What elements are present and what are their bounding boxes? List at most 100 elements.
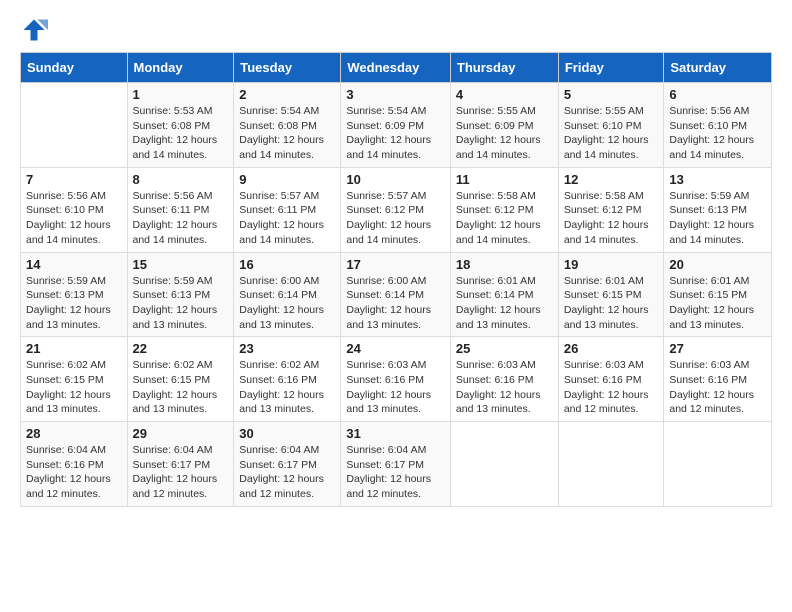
header-row: SundayMondayTuesdayWednesdayThursdayFrid…: [21, 53, 772, 83]
header-day: Monday: [127, 53, 234, 83]
day-number: 5: [564, 87, 659, 102]
day-number: 20: [669, 257, 766, 272]
day-info: Sunrise: 6:02 AMSunset: 6:16 PMDaylight:…: [239, 358, 335, 417]
day-info: Sunrise: 5:55 AMSunset: 6:10 PMDaylight:…: [564, 104, 659, 163]
day-info: Sunrise: 5:59 AMSunset: 6:13 PMDaylight:…: [26, 274, 122, 333]
day-cell: [558, 422, 664, 507]
day-cell: 2 Sunrise: 5:54 AMSunset: 6:08 PMDaylight…: [234, 83, 341, 168]
day-cell: 4 Sunrise: 5:55 AMSunset: 6:09 PMDaylight…: [450, 83, 558, 168]
day-info: Sunrise: 5:58 AMSunset: 6:12 PMDaylight:…: [564, 189, 659, 248]
day-cell: [450, 422, 558, 507]
day-info: Sunrise: 6:00 AMSunset: 6:14 PMDaylight:…: [346, 274, 445, 333]
day-info: Sunrise: 5:59 AMSunset: 6:13 PMDaylight:…: [669, 189, 766, 248]
day-info: Sunrise: 6:01 AMSunset: 6:15 PMDaylight:…: [669, 274, 766, 333]
day-number: 14: [26, 257, 122, 272]
day-cell: 23 Sunrise: 6:02 AMSunset: 6:16 PMDayligh…: [234, 337, 341, 422]
logo-icon: [20, 16, 48, 44]
day-cell: 27 Sunrise: 6:03 AMSunset: 6:16 PMDayligh…: [664, 337, 772, 422]
day-cell: 28 Sunrise: 6:04 AMSunset: 6:16 PMDayligh…: [21, 422, 128, 507]
day-info: Sunrise: 5:57 AMSunset: 6:12 PMDaylight:…: [346, 189, 445, 248]
day-cell: 7 Sunrise: 5:56 AMSunset: 6:10 PMDaylight…: [21, 167, 128, 252]
calendar-table: SundayMondayTuesdayWednesdayThursdayFrid…: [20, 52, 772, 507]
day-info: Sunrise: 5:54 AMSunset: 6:09 PMDaylight:…: [346, 104, 445, 163]
week-row: 1 Sunrise: 5:53 AMSunset: 6:08 PMDaylight…: [21, 83, 772, 168]
day-number: 28: [26, 426, 122, 441]
day-number: 22: [133, 341, 229, 356]
day-info: Sunrise: 6:04 AMSunset: 6:16 PMDaylight:…: [26, 443, 122, 502]
header-day: Saturday: [664, 53, 772, 83]
day-info: Sunrise: 6:03 AMSunset: 6:16 PMDaylight:…: [669, 358, 766, 417]
header-day: Wednesday: [341, 53, 451, 83]
day-number: 23: [239, 341, 335, 356]
day-number: 31: [346, 426, 445, 441]
day-number: 8: [133, 172, 229, 187]
week-row: 28 Sunrise: 6:04 AMSunset: 6:16 PMDayligh…: [21, 422, 772, 507]
day-cell: 31 Sunrise: 6:04 AMSunset: 6:17 PMDayligh…: [341, 422, 451, 507]
day-cell: 30Sunrise: 6:04 AMSunset: 6:17 PMDayligh…: [234, 422, 341, 507]
day-info: Sunrise: 6:03 AMSunset: 6:16 PMDaylight:…: [456, 358, 553, 417]
day-info: Sunrise: 5:57 AMSunset: 6:11 PMDaylight:…: [239, 189, 335, 248]
day-cell: 26 Sunrise: 6:03 AMSunset: 6:16 PMDayligh…: [558, 337, 664, 422]
day-info: Sunrise: 6:03 AMSunset: 6:16 PMDaylight:…: [564, 358, 659, 417]
week-row: 14 Sunrise: 5:59 AMSunset: 6:13 PMDayligh…: [21, 252, 772, 337]
day-number: 21: [26, 341, 122, 356]
day-info: Sunrise: 6:03 AMSunset: 6:16 PMDaylight:…: [346, 358, 445, 417]
day-number: 4: [456, 87, 553, 102]
day-info: Sunrise: 5:55 AMSunset: 6:09 PMDaylight:…: [456, 104, 553, 163]
day-cell: 11 Sunrise: 5:58 AMSunset: 6:12 PMDayligh…: [450, 167, 558, 252]
day-number: 7: [26, 172, 122, 187]
header-day: Friday: [558, 53, 664, 83]
header-day: Thursday: [450, 53, 558, 83]
day-cell: 13Sunrise: 5:59 AMSunset: 6:13 PMDayligh…: [664, 167, 772, 252]
day-info: Sunrise: 5:53 AMSunset: 6:08 PMDaylight:…: [133, 104, 229, 163]
day-cell: 3Sunrise: 5:54 AMSunset: 6:09 PMDaylight…: [341, 83, 451, 168]
day-info: Sunrise: 6:01 AMSunset: 6:15 PMDaylight:…: [564, 274, 659, 333]
day-cell: 10Sunrise: 5:57 AMSunset: 6:12 PMDayligh…: [341, 167, 451, 252]
day-number: 26: [564, 341, 659, 356]
day-number: 1: [133, 87, 229, 102]
day-number: 11: [456, 172, 553, 187]
day-cell: 18 Sunrise: 6:01 AMSunset: 6:14 PMDayligh…: [450, 252, 558, 337]
day-cell: 8Sunrise: 5:56 AMSunset: 6:11 PMDaylight…: [127, 167, 234, 252]
header-day: Sunday: [21, 53, 128, 83]
day-number: 16: [239, 257, 335, 272]
week-row: 21 Sunrise: 6:02 AMSunset: 6:15 PMDayligh…: [21, 337, 772, 422]
day-cell: [664, 422, 772, 507]
day-cell: 19 Sunrise: 6:01 AMSunset: 6:15 PMDayligh…: [558, 252, 664, 337]
day-info: Sunrise: 6:01 AMSunset: 6:14 PMDaylight:…: [456, 274, 553, 333]
day-number: 17: [346, 257, 445, 272]
day-number: 27: [669, 341, 766, 356]
day-cell: 14 Sunrise: 5:59 AMSunset: 6:13 PMDayligh…: [21, 252, 128, 337]
day-info: Sunrise: 5:56 AMSunset: 6:10 PMDaylight:…: [26, 189, 122, 248]
day-cell: 25Sunrise: 6:03 AMSunset: 6:16 PMDayligh…: [450, 337, 558, 422]
day-cell: 1 Sunrise: 5:53 AMSunset: 6:08 PMDaylight…: [127, 83, 234, 168]
page: SundayMondayTuesdayWednesdayThursdayFrid…: [0, 0, 792, 612]
week-row: 7 Sunrise: 5:56 AMSunset: 6:10 PMDaylight…: [21, 167, 772, 252]
day-info: Sunrise: 5:59 AMSunset: 6:13 PMDaylight:…: [133, 274, 229, 333]
day-cell: 20 Sunrise: 6:01 AMSunset: 6:15 PMDayligh…: [664, 252, 772, 337]
day-number: 29: [133, 426, 229, 441]
day-info: Sunrise: 6:00 AMSunset: 6:14 PMDaylight:…: [239, 274, 335, 333]
day-cell: 15 Sunrise: 5:59 AMSunset: 6:13 PMDayligh…: [127, 252, 234, 337]
day-cell: 16 Sunrise: 6:00 AMSunset: 6:14 PMDayligh…: [234, 252, 341, 337]
day-info: Sunrise: 5:58 AMSunset: 6:12 PMDaylight:…: [456, 189, 553, 248]
day-cell: 5 Sunrise: 5:55 AMSunset: 6:10 PMDaylight…: [558, 83, 664, 168]
day-cell: 9 Sunrise: 5:57 AMSunset: 6:11 PMDaylight…: [234, 167, 341, 252]
day-info: Sunrise: 5:54 AMSunset: 6:08 PMDaylight:…: [239, 104, 335, 163]
day-number: 19: [564, 257, 659, 272]
day-info: Sunrise: 5:56 AMSunset: 6:10 PMDaylight:…: [669, 104, 766, 163]
day-cell: 29 Sunrise: 6:04 AMSunset: 6:17 PMDayligh…: [127, 422, 234, 507]
day-number: 24: [346, 341, 445, 356]
day-info: Sunrise: 6:04 AMSunset: 6:17 PMDaylight:…: [239, 443, 335, 502]
day-number: 9: [239, 172, 335, 187]
day-cell: 6 Sunrise: 5:56 AMSunset: 6:10 PMDaylight…: [664, 83, 772, 168]
day-number: 15: [133, 257, 229, 272]
day-info: Sunrise: 6:04 AMSunset: 6:17 PMDaylight:…: [133, 443, 229, 502]
logo: [20, 16, 52, 44]
day-number: 18: [456, 257, 553, 272]
day-number: 2: [239, 87, 335, 102]
day-number: 6: [669, 87, 766, 102]
day-info: Sunrise: 6:02 AMSunset: 6:15 PMDaylight:…: [26, 358, 122, 417]
day-cell: [21, 83, 128, 168]
day-info: Sunrise: 6:04 AMSunset: 6:17 PMDaylight:…: [346, 443, 445, 502]
